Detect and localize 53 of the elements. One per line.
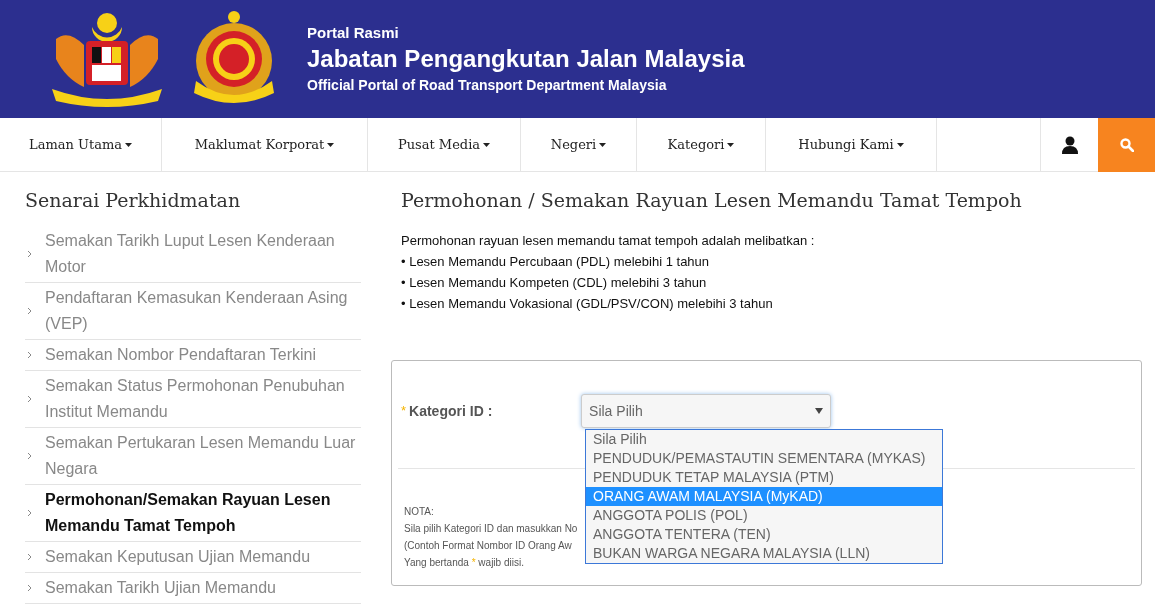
dropdown-option[interactable]: Sila Pilih bbox=[586, 430, 942, 449]
chevron-icon bbox=[27, 452, 32, 460]
sidebar-link[interactable]: Semakan Keputusan Ujian Memandu bbox=[45, 544, 311, 570]
dropdown-caret-icon bbox=[815, 408, 824, 414]
sidebar-title: Senarai Perkhidmatan bbox=[25, 188, 242, 213]
sidebar-link[interactable]: Semakan Pertukaran Lesen Memandu Luar Negara bbox=[45, 430, 361, 482]
intro-text: Permohonan rayuan lesen memandu tamat tempoh adalah melibatkan : bbox=[401, 232, 816, 250]
caret-icon bbox=[896, 143, 904, 147]
nav-menu-item[interactable]: Pusat Media bbox=[368, 118, 521, 172]
dropdown-option[interactable]: PENDUDUK/PEMASTAUTIN SEMENTARA (MYKAS) bbox=[586, 449, 942, 468]
chevron-icon bbox=[27, 584, 32, 592]
site-subtitle: Official Portal of Road Transport Department Malaysia bbox=[307, 76, 668, 95]
chevron-icon bbox=[27, 351, 32, 359]
caret-icon bbox=[327, 143, 335, 147]
sidebar-link[interactable]: Semakan Tarikh Luput Lesen Kenderaan Motor bbox=[45, 228, 361, 280]
dropdown-option[interactable]: ORANG AWAM MALAYSIA (MyKAD) bbox=[586, 487, 942, 506]
chevron-icon bbox=[27, 553, 32, 561]
caret-icon bbox=[483, 143, 491, 147]
category-select[interactable]: Sila Pilih bbox=[581, 394, 832, 428]
sidebar-link[interactable]: Pendaftaran Kemasukan Kenderaan Asing (VEP) bbox=[45, 285, 361, 337]
nav-menu-item[interactable]: Maklumat Korporat bbox=[162, 118, 368, 172]
caret-icon bbox=[727, 143, 735, 147]
sidebar-link[interactable]: Semakan Nombor Pendaftaran Terkini bbox=[45, 342, 316, 368]
nav-menu-item[interactable]: Laman Utama bbox=[0, 118, 162, 172]
note-text: Sila pilih Kategori ID dan masukkan No bbox=[404, 522, 578, 536]
sidebar-link[interactable]: Semakan Tarikh Ujian Memandu bbox=[45, 575, 276, 601]
dropdown-option[interactable]: PENDUDUK TETAP MALAYSIA (PTM) bbox=[586, 468, 942, 487]
sidebar-link[interactable]: Permohonan/Semakan Rayuan Lesen Memandu Tamat Tempoh bbox=[45, 487, 361, 539]
search-icon bbox=[1119, 138, 1134, 152]
bullet-item: • Lesen Memandu Percubaan (PDL) melebihi 1 tahun bbox=[401, 253, 711, 271]
dropdown-option[interactable]: ANGGOTA TENTERA (TEN) bbox=[586, 525, 942, 544]
dropdown-option[interactable]: BUKAN WARGA NEGARA MALAYSIA (LLN) bbox=[586, 544, 942, 563]
caret-icon bbox=[125, 143, 132, 147]
bullet-item: • Lesen Memandu Kompeten (CDL) melebihi 3 tahun bbox=[401, 274, 708, 292]
sidebar-link[interactable]: Semakan Status Permohonan Penubuhan Institut Memandu bbox=[45, 373, 361, 425]
dropdown-option[interactable]: ANGGOTA POLIS (POL) bbox=[586, 506, 942, 525]
portal-kicker: Portal Rasmi bbox=[307, 23, 400, 43]
chevron-icon bbox=[27, 307, 32, 315]
note-text: (Contoh Format Nombor ID Orang Aw bbox=[404, 539, 572, 553]
required-note: Yang bertanda * wajib diisi. bbox=[404, 556, 524, 570]
nav-menu-item[interactable]: Kategori bbox=[637, 118, 766, 172]
field-label: Kategori ID : bbox=[409, 401, 494, 421]
nav-menu-item[interactable]: Hubungi Kami bbox=[766, 118, 937, 172]
site-title: Jabatan Pengangkutan Jalan Malaysia bbox=[307, 44, 745, 74]
page-title: Permohonan / Semakan Rayuan Lesen Memandu Tamat Tempoh bbox=[401, 188, 1023, 213]
chevron-icon bbox=[27, 250, 32, 258]
bullet-item: • Lesen Memandu Vokasional (GDL/PSV/CON) melebihi 3 tahun bbox=[401, 295, 774, 313]
required-asterisk: * bbox=[401, 402, 407, 421]
note-title: NOTA: bbox=[404, 505, 434, 519]
nav-menu-item[interactable]: Negeri bbox=[521, 118, 637, 172]
chevron-icon bbox=[27, 509, 32, 517]
chevron-icon bbox=[27, 395, 32, 403]
caret-icon bbox=[599, 143, 607, 147]
